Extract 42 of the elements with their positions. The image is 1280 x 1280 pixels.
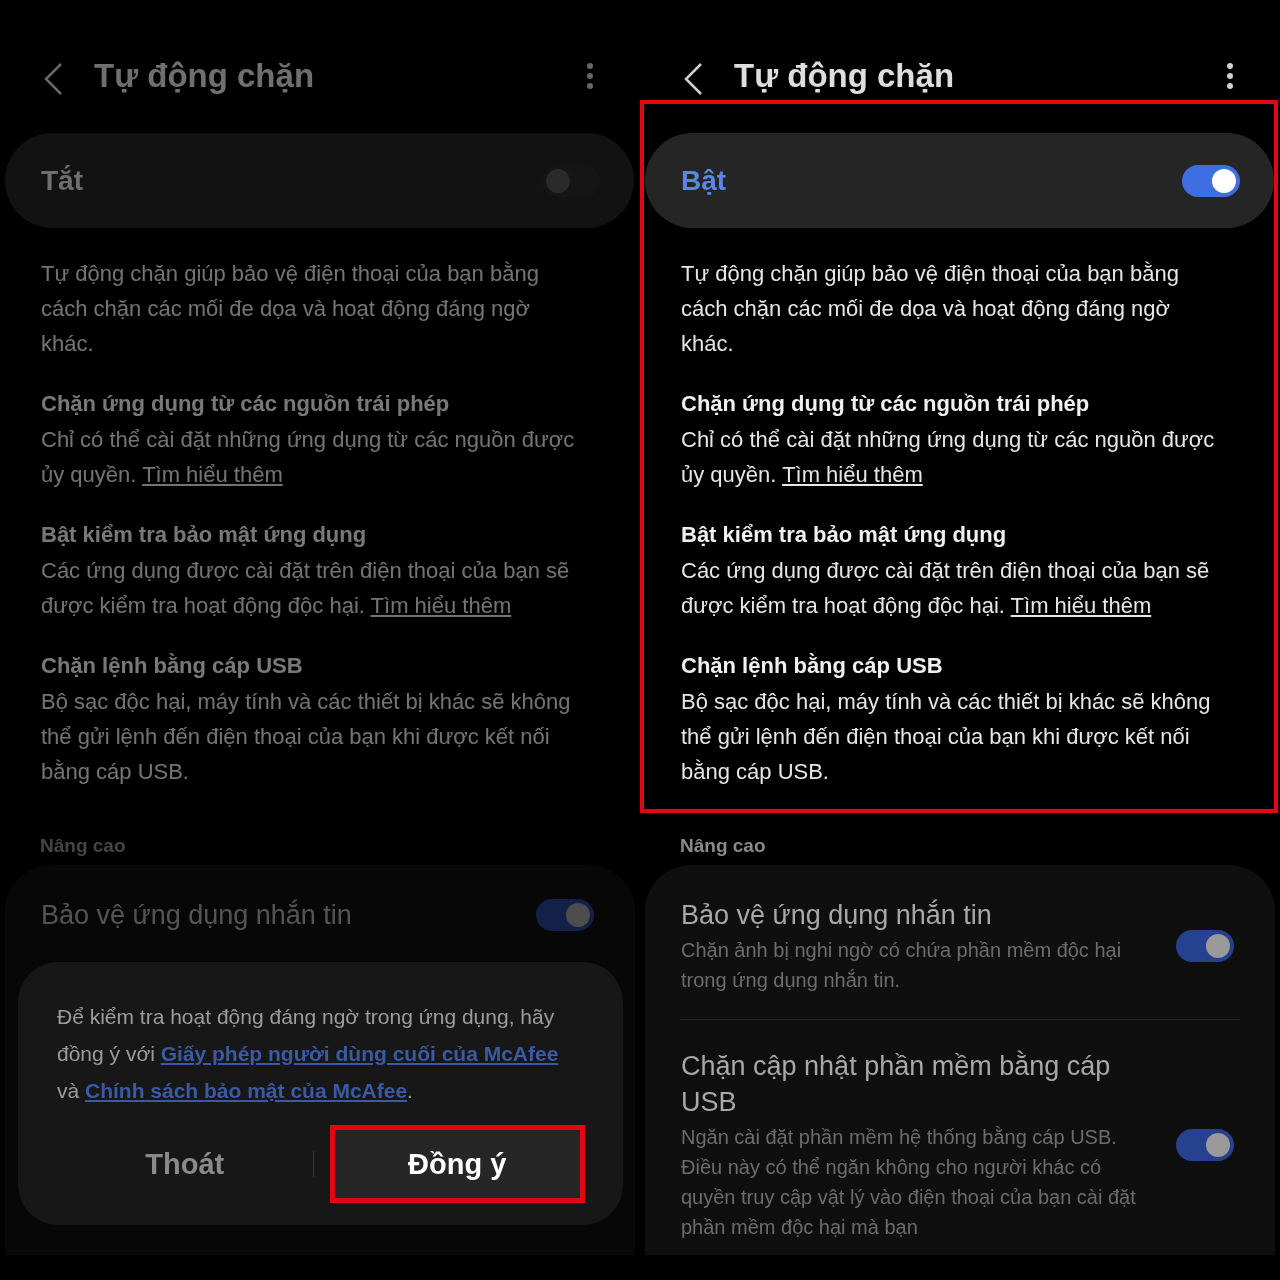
section-heading: Chặn lệnh bằng cáp USB — [41, 652, 304, 680]
master-switch-label: Bật — [681, 164, 727, 197]
section-text: Bộ sạc độc hại, máy tính và các thiết bị khác sẽ không thể gửi lệnh đến điện thoại của bạn khi được kết nối bằng cáp USB. — [41, 688, 572, 786]
section-label: Nâng cao — [39, 834, 127, 858]
policy-link[interactable]: Chính sách bảo mật của McAfee — [85, 1079, 408, 1102]
description-text: Tự động chặn giúp bảo vệ điện thoại của bạn bằng cách chặn các mối đe dọa và hoạt động đáng ngờ khác. — [41, 260, 540, 358]
learn-more-link[interactable]: Tìm hiểu thêm — [1010, 593, 1152, 618]
toggle-switch[interactable] — [1182, 164, 1240, 197]
agree-button[interactable]: Đồng ý — [329, 1125, 585, 1203]
section-label: Nâng cao — [679, 834, 767, 858]
setting-description: Ngăn cài đặt phần mềm hệ thống bằng cáp USB. Điều này có thể ngăn không cho người khác có quyền truy cập vật lý vào điện thoại của bạn cài đặt phần mềm độc hại mà bạn — [681, 1125, 1137, 1240]
policy-link[interactable]: Giấy phép người dùng cuối của McAfee — [160, 1042, 559, 1065]
section-text: Bộ sạc độc hại, máy tính và các thiết bị khác sẽ không thể gửi lệnh đến điện thoại của bạn khi được kết nối bằng cáp USB. — [681, 688, 1212, 786]
exit-button[interactable]: Thoát — [57, 1125, 313, 1203]
section-text: Chỉ có thể cài đặt những ứng dụng từ các nguồn được ủy quyền. Tìm hiểu thêm — [41, 426, 576, 489]
section-text: Chỉ có thể cài đặt những ứng dụng từ các nguồn được ủy quyền. Tìm hiểu thêm — [681, 426, 1216, 489]
dialog-message: Để kiểm tra hoạt động đáng ngờ trong ứng dụng, hãy đồng ý với Giấy phép người dùng cuối của McAfee và Chính sách bảo mật của McAfee. — [57, 1004, 560, 1104]
setting-title[interactable]: Chặn cập nhật phần mềm bằng cáp USB — [681, 1048, 1146, 1120]
section-heading: Chặn ứng dụng từ các nguồn trái phép — [41, 390, 451, 418]
setting-title[interactable]: Bảo vệ ứng dụng nhắn tin — [681, 897, 1146, 933]
page-title: Tự động chặn — [94, 56, 316, 96]
page-title: Tự động chặn — [734, 56, 956, 96]
section-text: Các ứng dụng được cài đặt trên điện thoại của bạn sẽ được kiểm tra hoạt động độc hại. Tìm hiểu thêm — [41, 557, 571, 620]
master-switch-label: Tắt — [41, 164, 83, 197]
master-switch-row[interactable]: Tắt — [5, 133, 634, 228]
learn-more-link[interactable]: Tìm hiểu thêm — [142, 462, 283, 487]
section-heading: Bật kiểm tra bảo mật ứng dụng — [681, 521, 1008, 549]
description-text: Tự động chặn giúp bảo vệ điện thoại của bạn bằng cách chặn các mối đe dọa và hoạt động đáng ngờ khác. — [681, 260, 1180, 358]
master-switch-row[interactable]: Bật — [645, 133, 1274, 228]
learn-more-link[interactable]: Tìm hiểu thêm — [782, 462, 923, 487]
more-options-icon[interactable] — [1226, 62, 1234, 90]
learn-more-link[interactable]: Tìm hiểu thêm — [370, 593, 512, 618]
section-heading: Chặn ứng dụng từ các nguồn trái phép — [681, 390, 1091, 418]
toggle-switch[interactable] — [1176, 1129, 1234, 1161]
toggle-switch[interactable] — [1176, 930, 1234, 962]
section-heading: Chặn lệnh bằng cáp USB — [681, 652, 944, 680]
back-icon[interactable] — [682, 62, 704, 96]
toggle-switch[interactable] — [536, 899, 594, 931]
section-text: Các ứng dụng được cài đặt trên điện thoại của bạn sẽ được kiểm tra hoạt động độc hại. Tìm hiểu thêm — [681, 557, 1211, 620]
setting-description: Chặn ảnh bị nghi ngờ có chứa phần mềm độc hại trong ứng dụng nhắn tin. — [681, 938, 1123, 993]
setting-title[interactable]: Bảo vệ ứng dụng nhắn tin — [41, 897, 506, 933]
section-heading: Bật kiểm tra bảo mật ứng dụng — [41, 521, 368, 549]
